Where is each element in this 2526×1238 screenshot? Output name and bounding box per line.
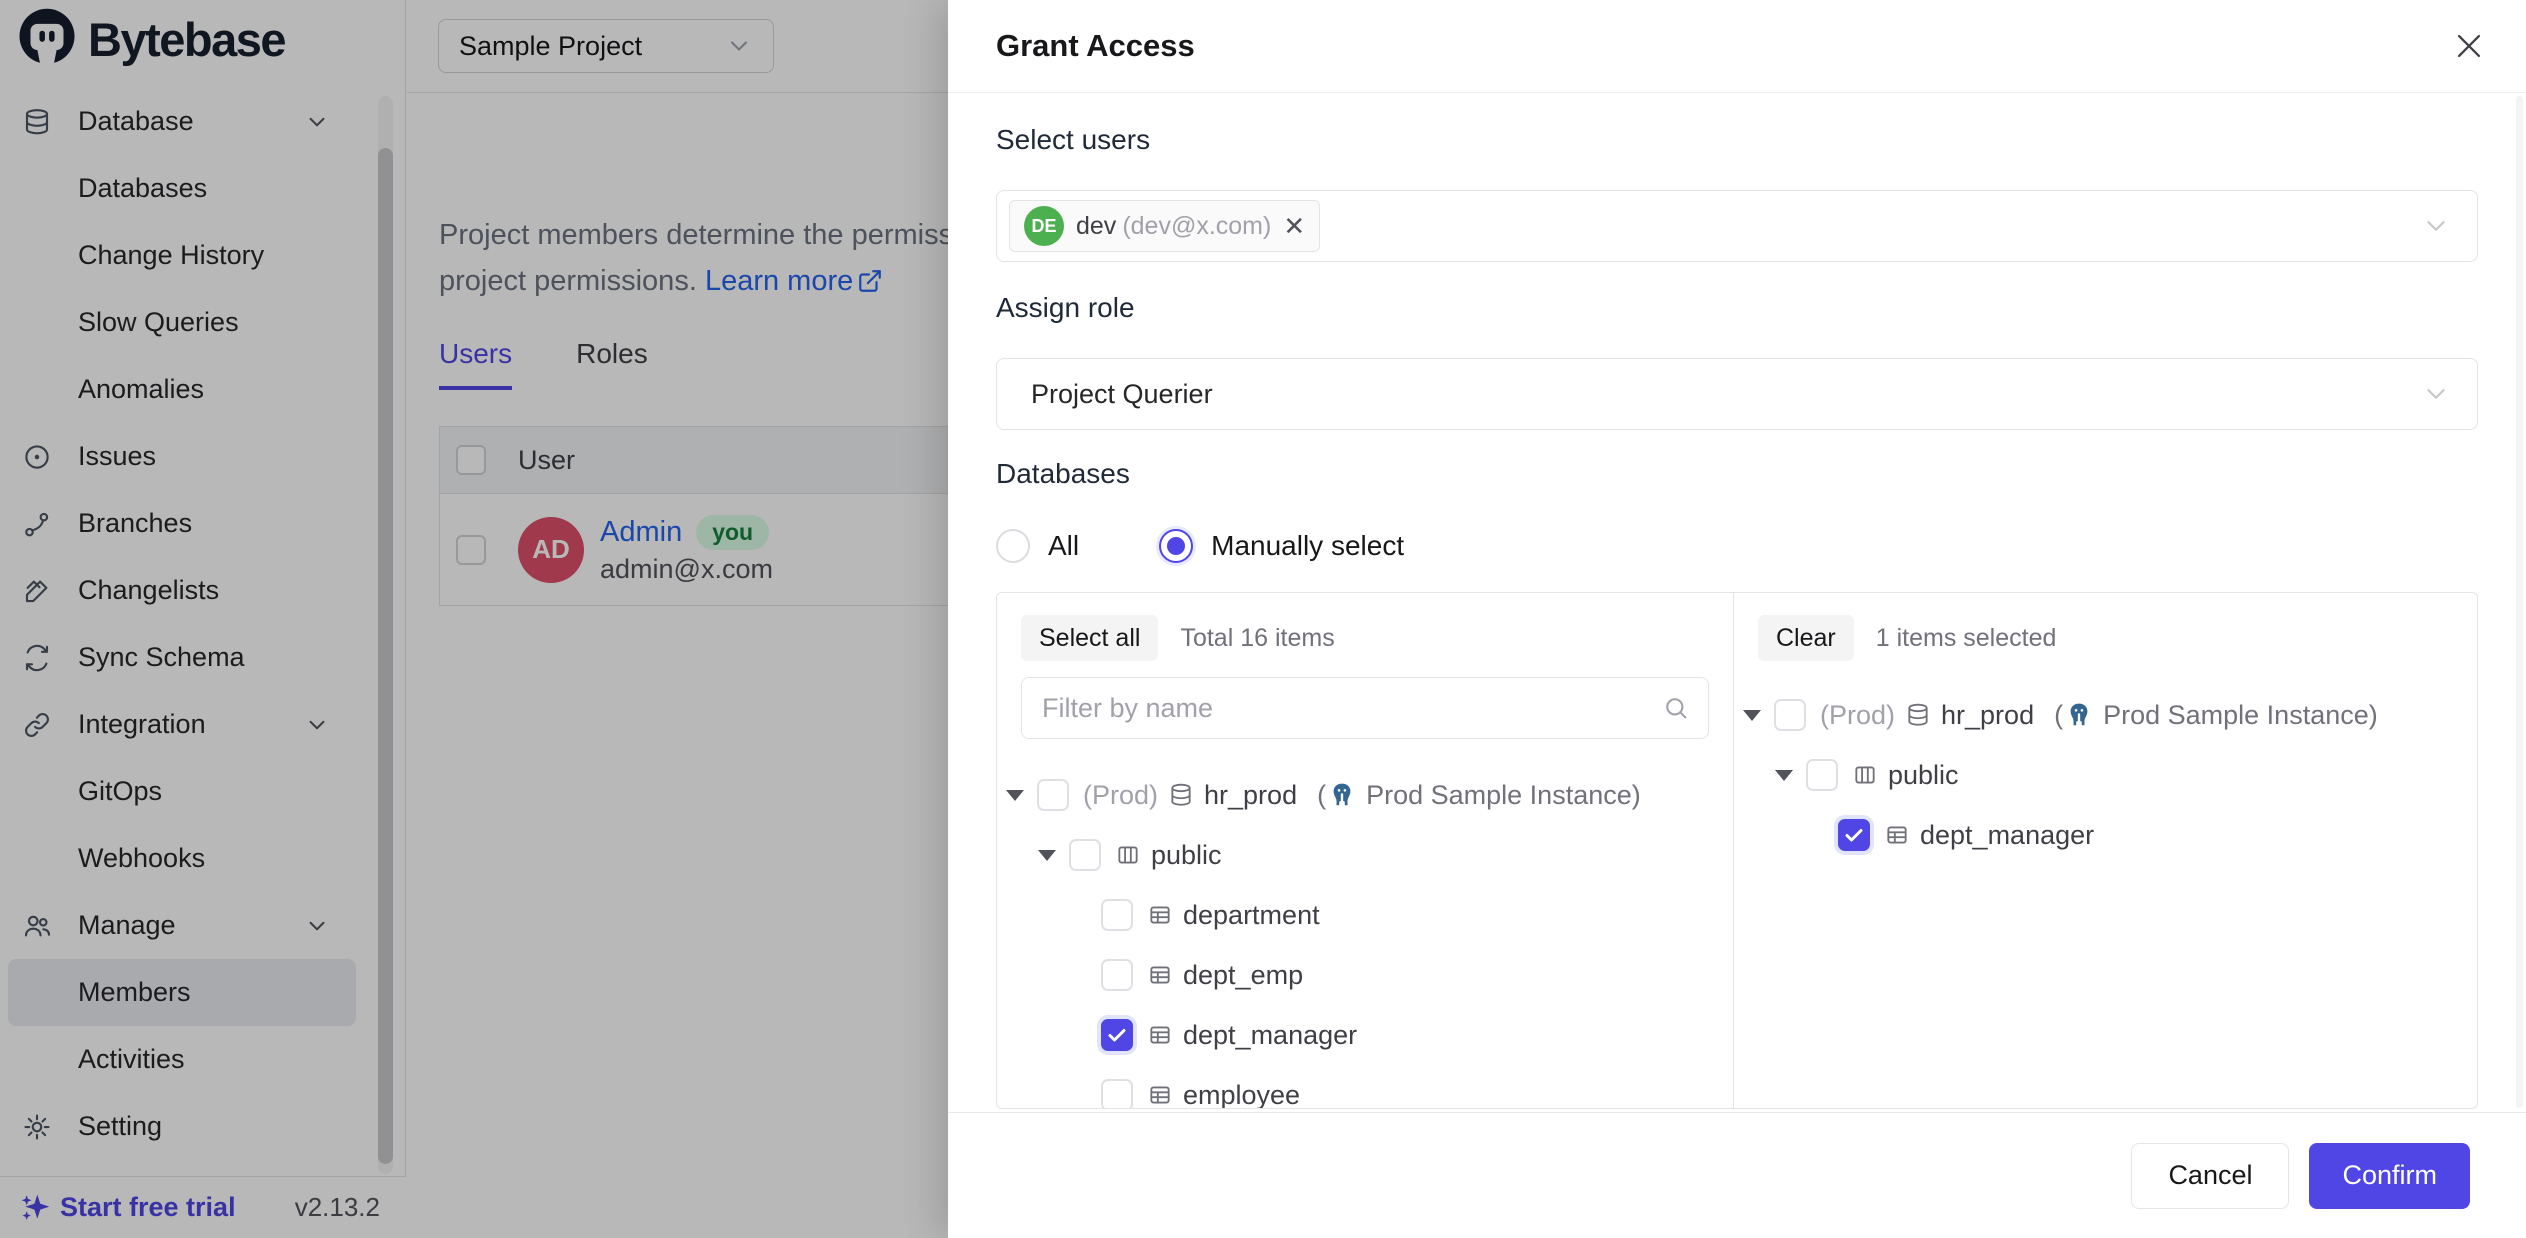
checkbox[interactable] <box>1101 1079 1133 1108</box>
clear-button[interactable]: Clear <box>1758 615 1854 661</box>
table-name: department <box>1183 900 1320 931</box>
database-transfer-panels: Select all Total 16 items (Prod) hr_prod <box>996 592 2478 1109</box>
checkbox[interactable] <box>1037 779 1069 811</box>
modal-header: Grant Access <box>948 0 2526 93</box>
tree-row-table[interactable]: dept_manager <box>1743 805 2453 865</box>
table-icon <box>1147 1022 1173 1048</box>
table-icon <box>1147 902 1173 928</box>
table-name: dept_manager <box>1183 1020 1357 1051</box>
app-root: Bytebase Database Databases Change Histo… <box>0 0 2526 1238</box>
source-tree: (Prod) hr_prod ( Prod Sample Instance) p… <box>1006 765 1709 1108</box>
remove-user-icon[interactable]: ✕ <box>1283 213 1305 239</box>
selected-tree: (Prod) hr_prod ( Prod Sample Instance) p… <box>1743 685 2453 865</box>
instance-label: Prod Sample Instance) <box>1366 780 1641 811</box>
chip-user-name: dev <box>1076 212 1116 241</box>
caret-down-icon[interactable] <box>1775 770 1793 781</box>
schema-name: public <box>1151 840 1222 871</box>
selected-user-chip: DE dev (dev@x.com) ✕ <box>1009 200 1320 252</box>
postgresql-icon <box>2065 701 2093 729</box>
databases-label: Databases <box>996 458 1130 490</box>
selected-pane: Clear 1 items selected (Prod) hr_prod ( … <box>1734 593 2477 1108</box>
modal-footer: Cancel Confirm <box>948 1112 2526 1238</box>
filter-input[interactable] <box>1040 692 1662 725</box>
schema-icon <box>1115 842 1141 868</box>
radio-all[interactable] <box>996 529 1030 563</box>
source-pane: Select all Total 16 items (Prod) hr_prod <box>997 593 1734 1108</box>
table-name: employee <box>1183 1080 1300 1109</box>
checkbox-checked[interactable] <box>1101 1019 1133 1051</box>
checkbox[interactable] <box>1069 839 1101 871</box>
tree-row-database[interactable]: (Prod) hr_prod ( Prod Sample Instance) <box>1743 685 2453 745</box>
close-icon[interactable] <box>2448 25 2490 67</box>
table-icon <box>1884 822 1910 848</box>
schema-name: public <box>1888 760 1959 791</box>
radio-manual-label: Manually select <box>1211 530 1404 562</box>
checkbox-checked[interactable] <box>1838 819 1870 851</box>
chevron-down-icon <box>2421 211 2451 241</box>
checkbox[interactable] <box>1774 699 1806 731</box>
avatar: DE <box>1024 206 1064 246</box>
select-users-label: Select users <box>996 124 1150 156</box>
table-icon <box>1147 1082 1173 1108</box>
radio-all-label: All <box>1048 530 1079 562</box>
search-icon <box>1662 694 1690 722</box>
database-scope-radios: All Manually select <box>996 524 1404 568</box>
cancel-button[interactable]: Cancel <box>2131 1143 2289 1209</box>
database-icon <box>1168 782 1194 808</box>
filter-box <box>1021 677 1709 739</box>
tree-row-schema[interactable]: public <box>1743 745 2453 805</box>
instance-label: Prod Sample Instance) <box>2103 700 2378 731</box>
caret-down-icon[interactable] <box>1743 710 1761 721</box>
modal-scrollbar-track[interactable] <box>2516 96 2523 1108</box>
checkbox[interactable] <box>1101 899 1133 931</box>
checkbox[interactable] <box>1806 759 1838 791</box>
tree-row-table[interactable]: employee <box>1006 1065 1709 1108</box>
select-all-button[interactable]: Select all <box>1021 615 1158 661</box>
select-users-input[interactable]: DE dev (dev@x.com) ✕ <box>996 190 2478 262</box>
assign-role-value: Project Querier <box>997 379 1213 410</box>
database-name: hr_prod <box>1204 780 1297 811</box>
caret-down-icon[interactable] <box>1006 790 1024 801</box>
tree-row-table[interactable]: dept_manager <box>1006 1005 1709 1065</box>
chip-user-email: (dev@x.com) <box>1122 212 1271 241</box>
confirm-button[interactable]: Confirm <box>2309 1143 2470 1209</box>
check-icon <box>1842 823 1866 847</box>
checkbox[interactable] <box>1101 959 1133 991</box>
tree-row-table[interactable]: dept_emp <box>1006 945 1709 1005</box>
tree-row-schema[interactable]: public <box>1006 825 1709 885</box>
schema-icon <box>1852 762 1878 788</box>
total-items-label: Total 16 items <box>1180 624 1334 653</box>
env-label: (Prod) <box>1083 780 1158 811</box>
table-icon <box>1147 962 1173 988</box>
table-name: dept_manager <box>1920 820 2094 851</box>
table-name: dept_emp <box>1183 960 1303 991</box>
assign-role-select[interactable]: Project Querier <box>996 358 2478 430</box>
modal-title: Grant Access <box>996 28 1195 64</box>
postgresql-icon <box>1328 781 1356 809</box>
tree-row-table[interactable]: department <box>1006 885 1709 945</box>
radio-manually-select[interactable] <box>1159 529 1193 563</box>
modal-backdrop[interactable] <box>0 0 948 1238</box>
selected-count-label: 1 items selected <box>1876 624 2057 653</box>
tree-row-database[interactable]: (Prod) hr_prod ( Prod Sample Instance) <box>1006 765 1709 825</box>
check-icon <box>1105 1023 1129 1047</box>
grant-access-modal: Grant Access Select users DE dev (dev@x.… <box>948 0 2526 1238</box>
env-label: (Prod) <box>1820 700 1895 731</box>
database-icon <box>1905 702 1931 728</box>
assign-role-label: Assign role <box>996 292 1135 324</box>
caret-down-icon[interactable] <box>1038 850 1056 861</box>
chevron-down-icon <box>2421 379 2451 409</box>
database-name: hr_prod <box>1941 700 2034 731</box>
